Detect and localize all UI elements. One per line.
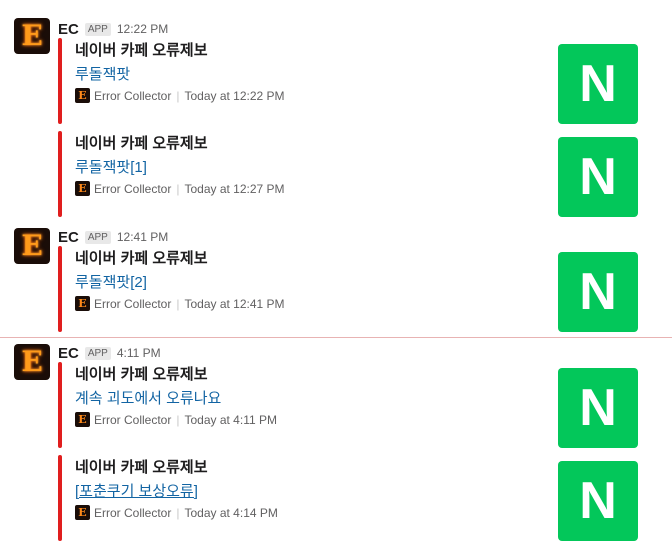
attachment-color-bar <box>58 246 62 332</box>
attachment-title: 네이버 카페 오류제보 <box>75 250 208 267</box>
message-header: EC APP 4:11 PM <box>58 344 161 362</box>
app-badge: APP <box>84 346 111 360</box>
ec-app-mini-icon: E <box>75 181 90 196</box>
attachment-footer: E Error Collector | Today at 12:22 PM <box>75 88 285 103</box>
footer-time[interactable]: Today at 4:14 PM <box>184 506 277 520</box>
footer-name: Error Collector <box>94 181 172 196</box>
attachment: 네이버 카페 오류제보 계속 괴도에서 오류나요 E Error Collect… <box>58 362 638 448</box>
attachment-color-bar <box>58 455 62 541</box>
naver-logo-icon[interactable]: N <box>558 461 638 541</box>
new-messages-divider <box>0 337 672 338</box>
attachment-title: 네이버 카페 오류제보 <box>75 42 208 59</box>
footer-separator: | <box>176 412 180 427</box>
attachment-footer: E Error Collector | Today at 12:41 PM <box>75 296 285 311</box>
ec-app-mini-icon: E <box>75 296 90 311</box>
attachment-text: 루돌잭팟[1] <box>75 159 147 176</box>
attachment-footer: E Error Collector | Today at 4:11 PM <box>75 412 277 427</box>
attachment-color-bar <box>58 362 62 448</box>
attachment-footer: E Error Collector | Today at 12:27 PM <box>75 181 285 196</box>
attachment: 네이버 카페 오류제보 [포춘쿠기 보상오류] E Error Collecto… <box>58 455 638 541</box>
ec-app-avatar-icon[interactable]: E <box>14 18 50 54</box>
ec-app-mini-icon: E <box>75 412 90 427</box>
message-timestamp[interactable]: 12:41 PM <box>117 230 168 244</box>
message-header: EC APP 12:41 PM <box>58 228 168 246</box>
sender-name[interactable]: EC <box>58 345 79 362</box>
footer-separator: | <box>176 296 180 311</box>
attachment-color-bar <box>58 131 62 217</box>
sender-name[interactable]: EC <box>58 21 79 38</box>
footer-time[interactable]: Today at 12:41 PM <box>184 297 284 311</box>
naver-logo-icon[interactable]: N <box>558 137 638 217</box>
sender-name[interactable]: EC <box>58 229 79 246</box>
footer-time[interactable]: Today at 4:11 PM <box>184 413 277 427</box>
ec-app-avatar-icon[interactable]: E <box>14 228 50 264</box>
attachment-title: 네이버 카페 오류제보 <box>75 459 208 476</box>
message-timestamp[interactable]: 4:11 PM <box>117 346 161 360</box>
ec-app-avatar-icon[interactable]: E <box>14 344 50 380</box>
naver-logo-icon[interactable]: N <box>558 368 638 448</box>
message-timestamp[interactable]: 12:22 PM <box>117 22 168 36</box>
ec-app-mini-icon: E <box>75 505 90 520</box>
attachment-title: 네이버 카페 오류제보 <box>75 135 208 152</box>
footer-name: Error Collector <box>94 296 172 311</box>
attachment-text: 계속 괴도에서 오류나요 <box>75 390 222 407</box>
attachment-text: 루돌잭팟 <box>75 66 131 83</box>
ec-app-mini-icon: E <box>75 88 90 103</box>
attachment: 네이버 카페 오류제보 루돌잭팟[1] E Error Collector | … <box>58 131 638 217</box>
footer-time[interactable]: Today at 12:22 PM <box>184 89 284 103</box>
footer-name: Error Collector <box>94 505 172 520</box>
footer-separator: | <box>176 88 180 103</box>
app-badge: APP <box>84 22 111 36</box>
app-badge: APP <box>84 230 111 244</box>
footer-separator: | <box>176 505 180 520</box>
message-header: EC APP 12:22 PM <box>58 20 168 38</box>
attachment: 네이버 카페 오류제보 루돌잭팟[2] E Error Collector | … <box>58 246 638 332</box>
naver-logo-icon[interactable]: N <box>558 252 638 332</box>
footer-name: Error Collector <box>94 88 172 103</box>
footer-time[interactable]: Today at 12:27 PM <box>184 182 284 196</box>
footer-separator: | <box>176 181 180 196</box>
attachment-color-bar <box>58 38 62 124</box>
attachment-text: 루돌잭팟[2] <box>75 274 147 291</box>
naver-logo-icon[interactable]: N <box>558 44 638 124</box>
attachment: 네이버 카페 오류제보 루돌잭팟 E Error Collector | Tod… <box>58 38 638 124</box>
footer-name: Error Collector <box>94 412 172 427</box>
attachment-link[interactable]: [포춘쿠기 보상오류] <box>75 480 198 501</box>
attachment-footer: E Error Collector | Today at 4:14 PM <box>75 505 278 520</box>
attachment-title: 네이버 카페 오류제보 <box>75 366 208 383</box>
